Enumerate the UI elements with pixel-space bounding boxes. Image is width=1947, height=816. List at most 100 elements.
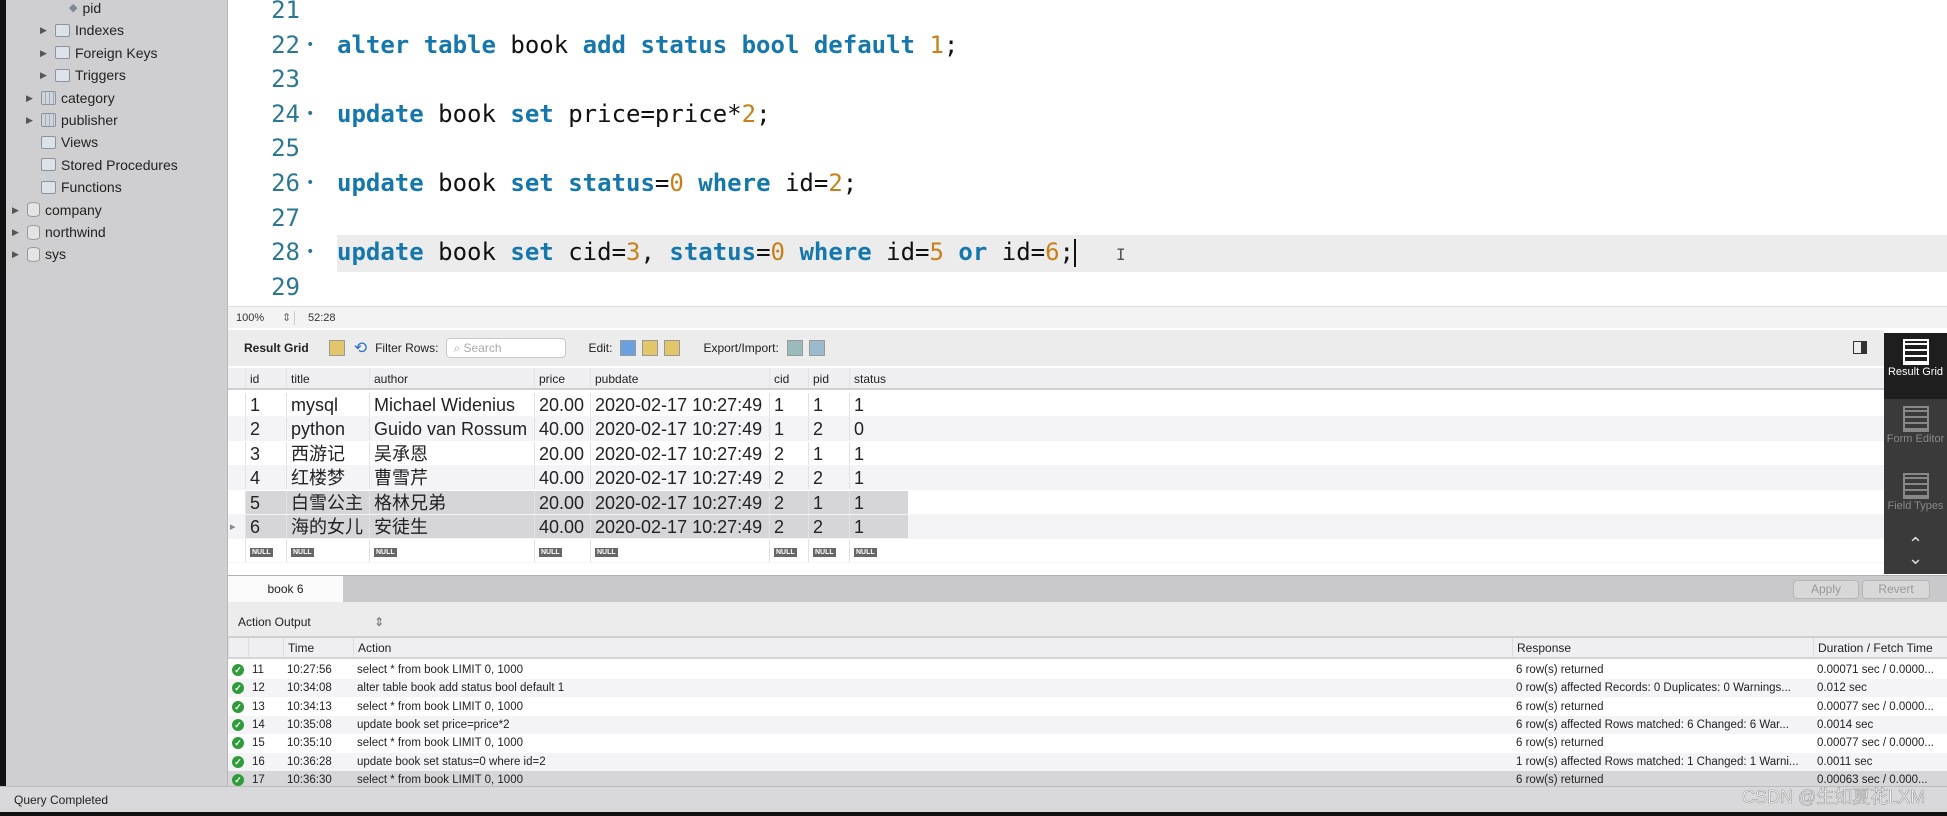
code-line[interactable]: 22 • alter table book add status bool defa… (228, 28, 1947, 62)
table-row[interactable]: ▸ 6 海的女儿 安徒生 40.00 2020-02-17 10:27:49 2 2 1 (228, 515, 1884, 539)
code-text[interactable]: update book set price=price*2; (337, 97, 1947, 131)
code-text[interactable]: alter table book add status bool default… (337, 28, 1947, 62)
apply-button[interactable]: Apply (1793, 580, 1859, 599)
cell-price[interactable]: 20.00 (534, 393, 590, 416)
export-icon[interactable] (786, 340, 803, 356)
tree-item-northwind[interactable]: ▶ northwind (12, 221, 106, 243)
cell-price[interactable]: 40.00 (534, 515, 590, 538)
cell-price[interactable]: 20.00 (534, 441, 590, 465)
view-form-editor[interactable]: Form Editor (1884, 400, 1947, 466)
refresh-icon[interactable]: ⟲ (354, 338, 367, 358)
output-column-header[interactable]: Action (353, 638, 1512, 657)
output-column-header[interactable]: Response (1512, 638, 1813, 657)
cell-pubdate[interactable]: 2020-02-17 10:27:49 (590, 441, 769, 465)
cell-pid[interactable]: 1 (808, 393, 849, 416)
cell-pid[interactable]: 2 (808, 417, 849, 441)
code-line[interactable]: 25 (228, 131, 1947, 165)
toggle-sidebar-icon[interactable] (1853, 341, 1867, 354)
cell-cid[interactable]: 2 (769, 490, 808, 514)
zoom-level[interactable]: 100% (236, 307, 264, 329)
code-text[interactable]: update book set cid=3, status=0 where id… (337, 235, 1947, 273)
cell-pubdate[interactable]: 2020-02-17 10:27:49 (590, 515, 769, 538)
cell-title[interactable]: 西游记 (286, 441, 369, 465)
cell-author[interactable]: Michael Widenius (369, 393, 534, 416)
tree-item-triggers[interactable]: ▶ Triggers (40, 64, 126, 86)
cell-title[interactable]: 白雪公主 (286, 490, 369, 514)
code-line[interactable]: 21 (228, 0, 1947, 27)
output-row[interactable]: ✓ 14 10:35:08 update book set price=price*2… (228, 715, 1947, 734)
select-stepper-icon[interactable]: ⇕ (374, 615, 384, 629)
import-icon[interactable] (808, 340, 825, 356)
tree-item-views[interactable]: Views (26, 131, 98, 153)
output-row[interactable]: ✓ 16 10:36:28 update book set status=0 wher… (228, 752, 1947, 771)
cell-id[interactable]: NULL (245, 539, 286, 563)
cell-author[interactable]: 吴承恩 (369, 441, 534, 465)
cell-pubdate[interactable]: 2020-02-17 10:27:49 (590, 393, 769, 416)
cell-pid[interactable]: 2 (808, 515, 849, 538)
disclosure-arrow-icon[interactable]: ▶ (12, 199, 22, 221)
cell-title[interactable]: NULL (286, 539, 369, 563)
output-column-header[interactable] (248, 638, 283, 657)
cell-status[interactable]: NULL (849, 539, 908, 563)
table-row[interactable]: 4 红楼梦 曹雪芹 40.00 2020-02-17 10:27:49 2 2 1 (228, 466, 1884, 491)
cell-cid[interactable]: NULL (769, 539, 808, 563)
cell-pubdate[interactable]: 2020-02-17 10:27:49 (590, 417, 769, 441)
tab-book-6[interactable]: book 6 (228, 576, 343, 603)
output-column-header[interactable]: Time (283, 638, 353, 657)
tree-item-functions[interactable]: Functions (26, 176, 122, 198)
table-row[interactable]: 3 西游记 吴承恩 20.00 2020-02-17 10:27:49 2 1 1 (228, 441, 1884, 466)
cell-cid[interactable]: 1 (769, 393, 808, 416)
cell-id[interactable]: 2 (245, 417, 286, 441)
cell-cid[interactable]: 2 (769, 466, 808, 490)
output-row[interactable]: ✓ 11 10:27:56 select * from book LIMIT 0, 1… (228, 661, 1947, 679)
tree-item-foreign-keys[interactable]: ▶ Foreign Keys (40, 42, 157, 64)
cell-price[interactable]: 20.00 (534, 490, 590, 514)
code-line[interactable]: 29 (228, 270, 1947, 304)
cell-author[interactable]: NULL (369, 539, 534, 563)
table-row[interactable]: 2 python Guido van Rossum 40.00 2020-02-17 1… (228, 417, 1884, 442)
code-line[interactable]: 23 (228, 62, 1947, 96)
table-row[interactable]: 1 mysql Michael Widenius 20.00 2020-02-17 10… (228, 393, 1884, 417)
view-field-types[interactable]: Field Types (1884, 467, 1947, 533)
cell-title[interactable]: 海的女儿 (286, 515, 369, 538)
cell-author[interactable]: 曹雪芹 (369, 466, 534, 490)
cell-pid[interactable]: NULL (808, 539, 849, 563)
cell-status[interactable]: 1 (849, 515, 908, 538)
code-line[interactable]: 28 • update book set cid=3, status=0 where… (228, 235, 1947, 273)
disclosure-arrow-icon[interactable]: ▶ (40, 42, 50, 64)
cell-id[interactable]: 1 (245, 393, 286, 416)
cell-title[interactable]: mysql (286, 393, 369, 416)
output-type-select[interactable]: Action Output (238, 615, 311, 629)
disclosure-arrow-icon[interactable]: ▶ (26, 109, 36, 131)
tree-item-indexes[interactable]: ▶ Indexes (40, 19, 124, 41)
filter-search-input[interactable]: ⌕ Search (446, 338, 567, 358)
code-line[interactable]: 27 (228, 201, 1947, 235)
tree-item-pid[interactable]: ◆ pid (54, 0, 101, 19)
column-header-pid[interactable]: pid (808, 368, 849, 388)
add-row-icon[interactable] (642, 340, 659, 356)
cell-pid[interactable]: 2 (808, 466, 849, 490)
cell-status[interactable]: 1 (849, 490, 908, 514)
edit-cell-icon[interactable] (620, 340, 637, 356)
code-line[interactable]: 26 • update book set status=0 where id=2; (228, 166, 1947, 200)
cell-price[interactable]: NULL (534, 539, 590, 563)
view-result-grid[interactable]: Result Grid (1884, 333, 1947, 399)
disclosure-arrow-icon[interactable]: ▶ (26, 87, 36, 109)
tree-item-company[interactable]: ▶ company (12, 199, 102, 221)
column-header-author[interactable]: author (369, 368, 534, 388)
tree-item-publisher[interactable]: ▶ publisher (26, 109, 118, 131)
code-text[interactable]: update book set status=0 where id=2; (337, 166, 1947, 200)
cell-price[interactable]: 40.00 (534, 466, 590, 490)
cell-pubdate[interactable]: NULL (590, 539, 769, 563)
cell-pid[interactable]: 1 (808, 441, 849, 465)
disclosure-arrow-icon[interactable]: ▶ (40, 19, 50, 41)
scroll-chevrons-icon[interactable]: ⌃ ⌄ (1884, 535, 1947, 567)
cell-cid[interactable]: 2 (769, 441, 808, 465)
cell-price[interactable]: 40.00 (534, 417, 590, 441)
new-row[interactable]: NULL NULL NULL NULL NULL NULL NULL NULL (228, 539, 1884, 564)
cell-author[interactable]: 安徒生 (369, 515, 534, 538)
column-header-id[interactable]: id (245, 368, 286, 388)
disclosure-arrow-icon[interactable]: ▶ (12, 243, 22, 265)
cell-id[interactable]: 4 (245, 466, 286, 490)
sql-editor[interactable]: 21 22 • alter table book add status bool de… (228, 0, 1947, 306)
